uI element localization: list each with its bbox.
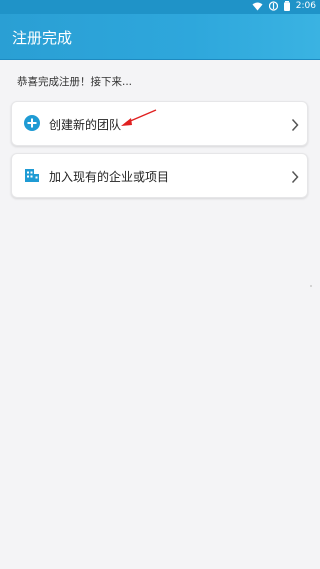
wifi-icon (252, 2, 263, 11)
app-header: 注册完成 (0, 14, 320, 60)
battery-icon (283, 1, 290, 11)
join-company-label: 加入现有的企业或项目 (49, 170, 170, 184)
create-team-label: 创建新的团队 (49, 118, 122, 132)
annotation-arrow-icon (118, 108, 158, 132)
building-icon (24, 167, 40, 183)
chevron-right-icon (291, 117, 299, 136)
intro-text: 恭喜完成注册！接下来... (17, 76, 133, 88)
scroll-indicator (310, 285, 312, 287)
page-title: 注册完成 (12, 29, 73, 47)
plus-circle-icon (24, 115, 40, 131)
create-team-option[interactable]: 创建新的团队 (11, 101, 308, 146)
chevron-right-icon (291, 169, 299, 188)
status-bar: 2:06 (0, 0, 320, 14)
join-company-option[interactable]: 加入现有的企业或项目 (11, 153, 308, 198)
status-time: 2:06 (295, 1, 316, 11)
signal-icon (268, 1, 278, 11)
